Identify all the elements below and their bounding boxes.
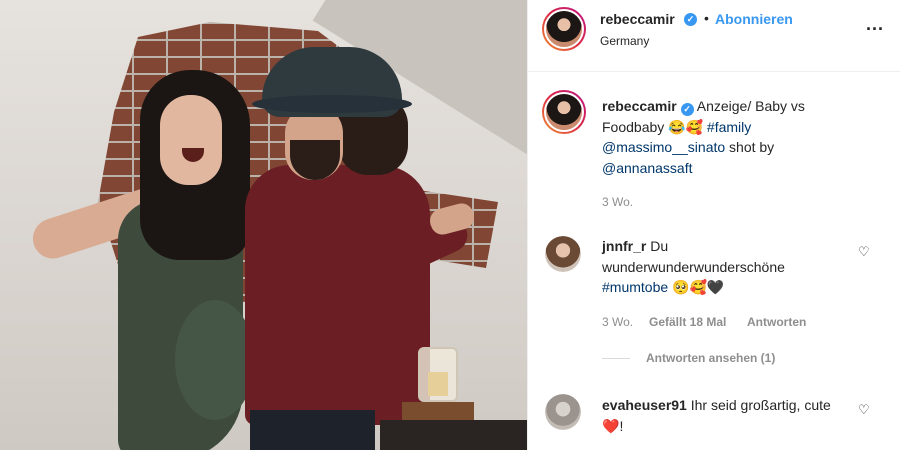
caption-hashtag-link[interactable]: #family xyxy=(707,119,751,135)
comment-hashtag-link[interactable]: #mumtobe xyxy=(602,279,668,295)
comment-username[interactable]: jnnfr_r xyxy=(602,238,646,254)
caption-username[interactable]: rebeccamir xyxy=(602,98,677,114)
photo-woman-face xyxy=(160,95,222,185)
post-header: rebeccamir ✓ • Abonnieren Germany ... xyxy=(528,0,900,72)
replies-divider xyxy=(602,358,630,359)
caption-avatar[interactable] xyxy=(542,90,586,134)
caption-timestamp[interactable]: 3 Wo. xyxy=(602,195,633,209)
photo-man-hat-brim xyxy=(252,95,412,113)
caption-body-2: shot by xyxy=(729,139,775,155)
photo-shelf xyxy=(380,420,527,450)
author-avatar[interactable] xyxy=(542,7,586,51)
photo-side-table xyxy=(402,402,474,420)
caption-text: rebeccamir ✓ Anzeige/ Baby vs Foodbaby 😂… xyxy=(602,96,842,178)
comment-avatar-2[interactable] xyxy=(545,394,581,430)
comment-trailing: ! xyxy=(619,417,624,434)
comment-avatar[interactable] xyxy=(545,236,581,272)
verified-badge-icon: ✓ xyxy=(684,13,697,26)
heart-icon[interactable]: ♡ xyxy=(858,244,870,260)
comment-item: jnnfr_r Du wunderwunderwunderschöne #mum… xyxy=(602,236,832,298)
post-photo[interactable] xyxy=(0,0,527,450)
comment-emojis: 🥺🥰🖤 xyxy=(672,279,725,295)
header-username[interactable]: rebeccamir xyxy=(600,11,675,27)
comment-text-2: Ihr seid großartig, cute xyxy=(690,397,831,413)
photo-man-sweater xyxy=(245,165,430,425)
verified-badge-icon: ✓ xyxy=(680,103,694,116)
comment-timestamp[interactable]: 3 Wo. xyxy=(602,315,633,329)
comment-item-2: evaheuser91 Ihr seid großartig, cute ❤️! xyxy=(602,395,832,436)
caption-mention-link[interactable]: @massimo__sinato xyxy=(602,139,725,155)
photo-candle xyxy=(428,372,448,396)
post-side-panel: rebeccamir ✓ • Abonnieren Germany ... re… xyxy=(527,0,900,450)
comment-likes[interactable]: Gefällt 18 Mal xyxy=(649,315,726,329)
photo-man-pants xyxy=(250,410,375,450)
photo-woman-belly xyxy=(175,300,255,420)
follow-button[interactable]: Abonnieren xyxy=(715,11,793,27)
reply-button[interactable]: Antworten xyxy=(747,315,806,329)
more-options-icon[interactable]: ... xyxy=(866,14,884,35)
caption-mention-link-2[interactable]: @annanassaft xyxy=(602,160,693,176)
heart-icon-2[interactable]: ♡ xyxy=(858,402,870,418)
header-separator: • xyxy=(704,10,709,26)
view-replies-button[interactable]: Antworten ansehen (1) xyxy=(646,351,775,365)
location-link[interactable]: Germany xyxy=(600,34,649,48)
comment-likes-label[interactable]: Gefällt 18 Mal xyxy=(649,315,726,329)
comment-username-2[interactable]: evaheuser91 xyxy=(602,397,687,413)
heart-emoji: ❤️ xyxy=(602,417,620,434)
